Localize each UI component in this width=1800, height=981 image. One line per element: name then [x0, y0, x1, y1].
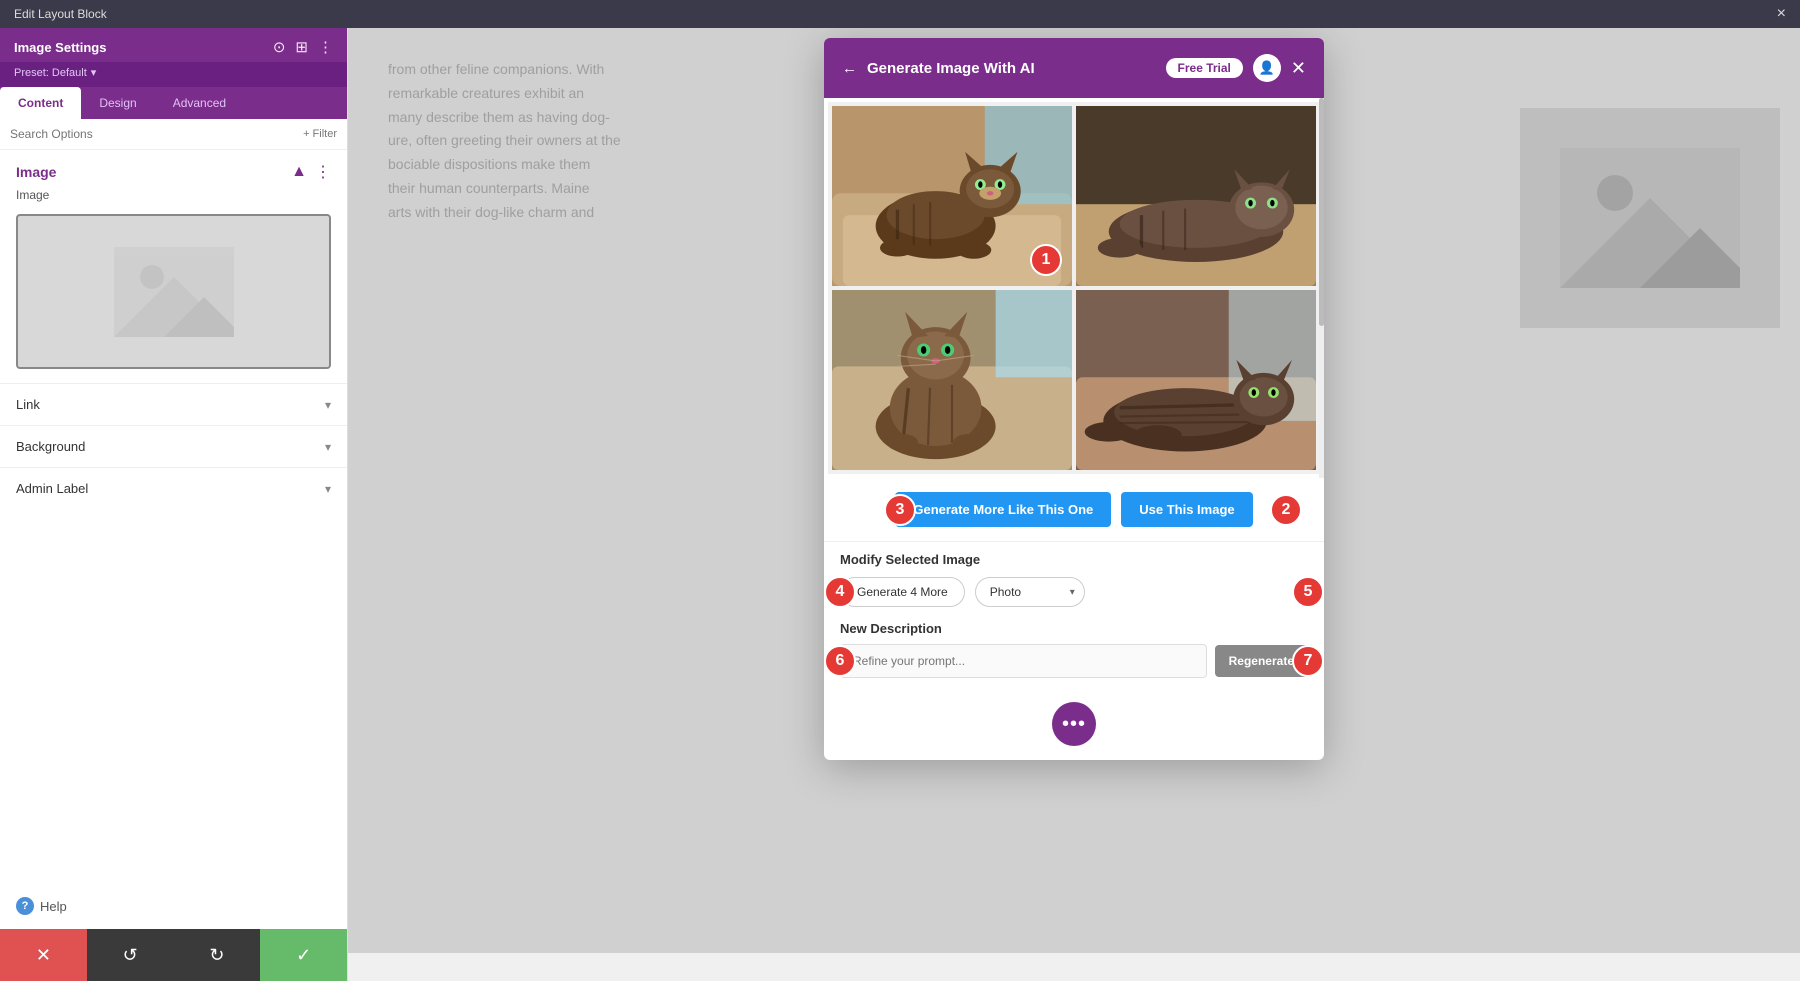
style-select[interactable]: Photo Illustration Painting Digital Art [975, 577, 1085, 607]
left-panel: Image Settings ⊙ ⊞ ⋮ Preset: Default ▾ C… [0, 28, 348, 981]
image-more-icon[interactable]: ⋮ [315, 162, 331, 182]
image-grid-container: 1 [824, 98, 1324, 478]
desc-row: 6 Regenerate 7 [840, 644, 1308, 678]
badge-2: 2 [1270, 494, 1302, 526]
modal-close-button[interactable]: ✕ [1291, 59, 1306, 77]
scroll-thumb [1319, 98, 1324, 326]
link-label: Link [16, 397, 40, 412]
more-icon[interactable]: ⋮ [318, 38, 333, 56]
image-collapse-icon[interactable]: ▲ [291, 163, 307, 181]
background-label: Background [16, 439, 85, 454]
grid-icon[interactable]: ⊞ [295, 38, 308, 56]
bottom-bar: ✕ ↺ ↻ ✓ [0, 929, 347, 981]
preset-arrow[interactable]: ▾ [91, 66, 97, 79]
badge-1: 1 [1030, 244, 1062, 276]
badge-3: 3 [884, 494, 916, 526]
user-icon-circle[interactable]: 👤 [1253, 54, 1281, 82]
cat-image-4-art [1076, 290, 1316, 470]
badge-4: 4 [824, 576, 856, 608]
help-icon: ? [16, 897, 34, 915]
link-chevron: ▾ [325, 398, 331, 412]
desc-title: New Description [840, 621, 1308, 636]
background-chevron: ▾ [325, 440, 331, 454]
tab-design[interactable]: Design [81, 87, 154, 119]
image-section-header[interactable]: Image ▲ ⋮ [0, 150, 347, 188]
redo-button[interactable]: ↻ [174, 929, 261, 981]
window-close-icon[interactable]: × [1777, 5, 1786, 23]
modify-section: Modify Selected Image 4 Generate 4 More … [824, 541, 1324, 621]
undo-button[interactable]: ↺ [87, 929, 174, 981]
modal-overlay: ← Generate Image With AI Free Trial 👤 ✕ [348, 28, 1800, 953]
search-input[interactable] [10, 127, 297, 141]
link-section-row[interactable]: Link ▾ [0, 383, 347, 425]
cat-image-3-art [832, 290, 1072, 470]
image-section-title: Image [16, 164, 56, 180]
generate-4-button[interactable]: Generate 4 More [840, 577, 965, 607]
scroll-indicator [1319, 98, 1324, 478]
badge-5: 5 [1292, 576, 1324, 608]
background-section-row[interactable]: Background ▾ [0, 425, 347, 467]
back-icon[interactable]: ← [842, 60, 857, 77]
main-area: from other feline companions. With remar… [348, 28, 1800, 953]
cat-image-2-art [1076, 106, 1316, 286]
tabs-bar: Content Design Advanced [0, 87, 347, 119]
prompt-input[interactable] [840, 644, 1207, 678]
help-label: Help [40, 899, 67, 914]
admin-label-chevron: ▾ [325, 482, 331, 496]
modal-header-left: ← Generate Image With AI [842, 60, 1035, 77]
window-title: Edit Layout Block [14, 7, 107, 21]
panel-title: Image Settings [14, 40, 106, 55]
preset-label: Preset: Default [14, 67, 87, 79]
settings-icon[interactable]: ⊙ [273, 38, 286, 56]
badge-6: 6 [824, 645, 856, 677]
admin-label-section-row[interactable]: Admin Label ▾ [0, 467, 347, 509]
preset-row: Preset: Default ▾ [0, 62, 347, 87]
admin-label-text: Admin Label [16, 481, 88, 496]
grid-image-2[interactable] [1076, 106, 1316, 286]
image-grid: 1 [828, 102, 1320, 474]
action-buttons-row: 3 Generate More Like This One Use This I… [824, 478, 1324, 541]
generate-more-button[interactable]: Generate More Like This One [895, 492, 1111, 527]
panel-header: Image Settings ⊙ ⊞ ⋮ [0, 28, 347, 62]
panel-header-icons: ⊙ ⊞ ⋮ [273, 38, 333, 56]
badge-7: 7 [1292, 645, 1324, 677]
style-select-wrapper: Photo Illustration Painting Digital Art … [975, 577, 1085, 607]
modal-header-right: Free Trial 👤 ✕ [1166, 54, 1306, 82]
grid-image-3[interactable] [832, 290, 1072, 470]
image-placeholder[interactable] [16, 214, 331, 369]
cancel-button[interactable]: ✕ [0, 929, 87, 981]
grid-image-1[interactable]: 1 [832, 106, 1072, 286]
desc-section: New Description 6 Regenerate 7 [824, 621, 1324, 692]
ai-modal: ← Generate Image With AI Free Trial 👤 ✕ [824, 38, 1324, 760]
help-row[interactable]: ? Help [0, 883, 347, 929]
grid-image-4[interactable] [1076, 290, 1316, 470]
modal-header: ← Generate Image With AI Free Trial 👤 ✕ [824, 38, 1324, 98]
placeholder-image-icon [114, 247, 234, 337]
filter-button[interactable]: + Filter [303, 128, 337, 140]
modify-row: 4 Generate 4 More Photo Illustration Pai… [840, 577, 1308, 607]
use-image-button[interactable]: Use This Image [1121, 492, 1252, 527]
tab-advanced[interactable]: Advanced [155, 87, 244, 119]
window-title-bar: Edit Layout Block × [0, 0, 1800, 28]
modify-title: Modify Selected Image [840, 552, 1308, 567]
image-label: Image [0, 188, 347, 206]
tab-content[interactable]: Content [0, 87, 81, 119]
search-bar: + Filter [0, 119, 347, 150]
free-trial-badge: Free Trial [1166, 58, 1243, 78]
three-dots-button[interactable]: ••• [1052, 702, 1096, 746]
modal-title: Generate Image With AI [867, 60, 1035, 77]
confirm-button[interactable]: ✓ [260, 929, 347, 981]
